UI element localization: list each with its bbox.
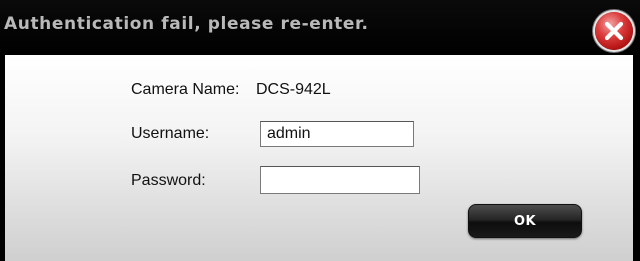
close-button[interactable]	[595, 12, 633, 50]
camera-name-label: Camera Name:	[131, 81, 240, 98]
password-input[interactable]	[260, 166, 420, 194]
ok-button[interactable]: OK	[468, 204, 582, 238]
auth-dialog: Authentication fail, please re-enter. Ca…	[0, 0, 640, 261]
password-label: Password:	[131, 172, 206, 189]
dialog-body: Camera Name: DCS-942L Username: Password…	[5, 55, 633, 261]
dialog-title: Authentication fail, please re-enter.	[4, 14, 369, 34]
dialog-titlebar: Authentication fail, please re-enter.	[0, 0, 640, 55]
close-icon	[604, 21, 624, 41]
username-label: Username:	[131, 125, 210, 142]
camera-name-value: DCS-942L	[256, 81, 331, 98]
username-input[interactable]	[260, 121, 414, 147]
